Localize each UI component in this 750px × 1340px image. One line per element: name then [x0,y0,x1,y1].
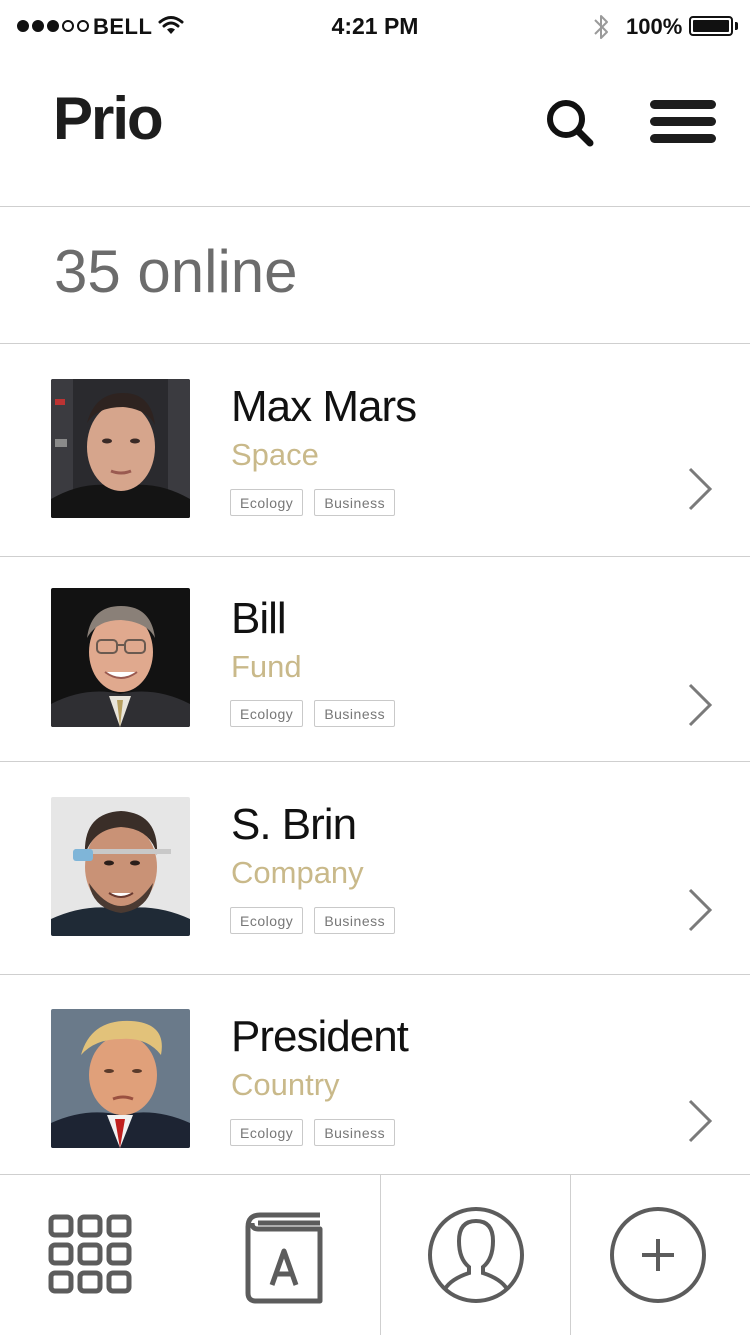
search-button[interactable] [540,94,600,154]
person-name: President [231,1012,409,1061]
tag-list: Ecology Business [230,907,396,934]
add-icon [610,1207,706,1303]
list-item[interactable]: S. Brin Company Ecology Business [0,762,750,975]
chevron-right-icon [688,683,713,727]
app-header: Prio [0,54,750,207]
app-title: Prio [53,85,164,152]
search-icon [547,100,594,147]
battery-percentage: 100% [626,14,683,39]
menu-button[interactable] [648,98,718,146]
tag-list: Ecology Business [230,700,396,727]
person-role: Space [231,437,319,472]
tag[interactable]: Business [314,1119,396,1146]
tab-address-book[interactable] [190,1175,380,1335]
avatar [51,1009,190,1148]
list-item[interactable]: Bill Fund Ecology Business [0,557,750,762]
person-name: Max Mars [231,382,417,431]
tag[interactable]: Business [314,907,396,934]
status-bar: BELL 4:21 PM 100% [0,0,750,54]
tag[interactable]: Ecology [230,1119,304,1146]
address-book-icon [245,1212,323,1304]
list-item[interactable]: President Country Ecology Business [0,975,750,1175]
chevron-right-icon [688,467,713,511]
online-count: 35 online [54,238,298,305]
tag-list: Ecology Business [230,1119,396,1146]
battery-icon [689,16,733,36]
person-name: S. Brin [231,800,357,849]
avatar [51,588,190,727]
tag[interactable]: Business [314,489,396,516]
hamburger-menu-bar [650,134,716,143]
person-name: Bill [231,594,287,643]
chevron-right-icon [688,1099,713,1143]
person-list: Max Mars Space Ecology Business Bill Fun… [0,344,750,1175]
person-role: Country [231,1067,340,1102]
online-section: 35 online [0,207,750,344]
tab-add[interactable] [571,1175,750,1335]
battery-tip [735,22,738,30]
grid-icon [48,1214,132,1294]
tab-bar [0,1174,750,1335]
hamburger-menu-bar [650,117,716,126]
tag-list: Ecology Business [230,489,396,516]
tab-grid[interactable] [0,1175,190,1335]
tag[interactable]: Ecology [230,907,304,934]
profile-icon [428,1207,524,1303]
tag[interactable]: Ecology [230,489,304,516]
tab-profile[interactable] [381,1175,570,1335]
avatar [51,379,190,518]
tag[interactable]: Business [314,700,396,727]
tag[interactable]: Ecology [230,700,304,727]
chevron-right-icon [688,888,713,932]
hamburger-menu-icon [650,100,716,109]
person-role: Company [231,855,364,890]
avatar [51,797,190,936]
bluetooth-icon [591,12,611,47]
person-role: Fund [231,649,302,684]
list-item[interactable]: Max Mars Space Ecology Business [0,344,750,557]
